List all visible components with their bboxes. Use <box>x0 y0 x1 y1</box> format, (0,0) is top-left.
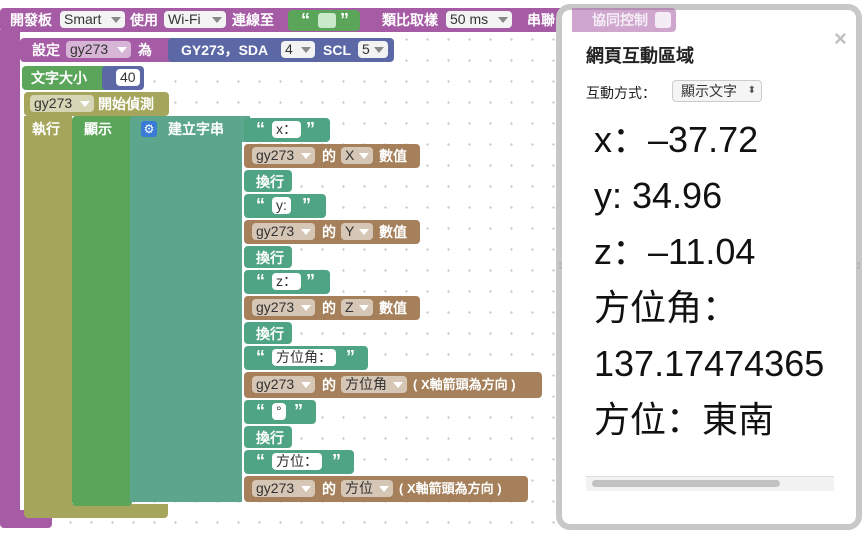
font-size-input[interactable]: 40 <box>116 69 140 86</box>
interaction-mode-label: 互動方式： <box>586 85 656 101</box>
value-var-dropdown[interactable]: gy273 <box>252 480 315 497</box>
serial-label: 串聯 <box>527 12 555 28</box>
value-suffix-label: ( X軸箭頭為方向 ) <box>413 377 516 392</box>
as-label: 為 <box>138 42 152 58</box>
sensor-label: GY273，SDA <box>181 42 269 58</box>
set-label: 設定 <box>32 42 60 58</box>
use-label: 使用 <box>130 12 158 28</box>
quote-close-icon: ” <box>306 271 315 291</box>
quote-close-icon: ” <box>294 401 303 421</box>
value-var-dropdown[interactable]: gy273 <box>252 223 315 240</box>
output-line-azimuth-value: 137.17474365 <box>594 343 825 384</box>
of-label: 的 <box>322 300 336 316</box>
collab-checkbox[interactable] <box>655 12 671 28</box>
field-dropdown-x[interactable]: X <box>341 147 373 164</box>
board-label: 開發板 <box>10 12 52 28</box>
newline-label: 換行 <box>256 430 284 446</box>
text-azimuth-angle-field[interactable]: 方位角： <box>272 349 336 366</box>
build-string-column <box>130 140 242 502</box>
field-dropdown-azimuth-angle[interactable]: 方位角 <box>341 376 407 393</box>
text-direction-field[interactable]: 方位： <box>272 453 322 470</box>
quote-open-icon: “ <box>256 119 265 139</box>
board-dropdown[interactable]: Smart <box>60 11 125 28</box>
quote-close-icon: ” <box>332 451 341 471</box>
device-id-field[interactable] <box>318 13 336 28</box>
interaction-mode-select[interactable]: 顯示文字 ⬍ <box>672 80 762 102</box>
quote-close-icon: ” <box>306 119 315 139</box>
text-degree-field[interactable]: ° <box>272 403 286 420</box>
newline-label: 換行 <box>256 250 284 266</box>
quote-open-icon: “ <box>256 271 265 291</box>
quote-close-icon: ” <box>346 347 355 367</box>
detect-block-bottom <box>24 504 168 518</box>
output-line-x: x：–37.72 <box>594 119 759 160</box>
quote-open-icon: “ <box>256 401 265 421</box>
scrollbar-thumb[interactable] <box>592 480 780 487</box>
field-dropdown-direction[interactable]: 方位 <box>341 480 393 497</box>
horizontal-scrollbar[interactable] <box>586 476 834 491</box>
sda-dropdown[interactable]: 4 <box>281 41 315 58</box>
close-icon[interactable]: × <box>834 26 847 52</box>
connect-to-label: 連線至 <box>232 12 274 28</box>
exec-label: 執行 <box>32 121 60 137</box>
quote-close-icon: ” <box>302 195 311 215</box>
right-resize-grip-icon[interactable] <box>857 262 861 272</box>
value-suffix-label: 數值 <box>379 300 407 316</box>
show-column <box>72 140 130 500</box>
field-dropdown-y[interactable]: Y <box>341 223 373 240</box>
output-line-z: z：–11.04 <box>594 231 756 272</box>
of-label: 的 <box>322 481 336 497</box>
panel-title: 網頁互動區域 <box>586 46 694 66</box>
font-size-label: 文字大小 <box>31 70 87 86</box>
start-detect-label: 開始偵測 <box>98 96 154 112</box>
newline-label: 換行 <box>256 326 284 342</box>
quote-open-icon: “ <box>301 10 310 30</box>
quote-close-icon: ” <box>340 10 349 30</box>
output-line-azimuth-label: 方位角： <box>594 287 739 328</box>
value-var-dropdown[interactable]: gy273 <box>252 299 315 316</box>
of-label: 的 <box>322 377 336 393</box>
build-string-label: 建立字串 <box>168 121 224 137</box>
newline-label: 換行 <box>256 174 284 190</box>
show-block-bottom <box>72 498 132 506</box>
scl-dropdown[interactable]: 5 <box>358 41 388 58</box>
field-dropdown-z[interactable]: Z <box>341 299 373 316</box>
select-arrows-icon: ⬍ <box>747 85 756 96</box>
value-suffix-label: 數值 <box>379 148 407 164</box>
value-var-dropdown[interactable]: gy273 <box>252 147 315 164</box>
quote-open-icon: “ <box>256 451 265 471</box>
quote-open-icon: “ <box>256 195 265 215</box>
value-suffix-label: 數值 <box>379 224 407 240</box>
value-suffix-label: ( X軸箭頭為方向 ) <box>399 481 502 496</box>
board-block-left-arm <box>0 30 20 520</box>
scl-label: SCL <box>323 42 351 58</box>
text-z-field[interactable]: z： <box>272 273 301 290</box>
show-label: 顯示 <box>84 121 112 137</box>
left-resize-grip-icon[interactable] <box>559 262 563 272</box>
value-var-dropdown[interactable]: gy273 <box>252 376 315 393</box>
set-var-dropdown[interactable]: gy273 <box>66 41 131 58</box>
interaction-mode-value: 顯示文字 <box>681 83 737 99</box>
detect-var-dropdown[interactable]: gy273 <box>30 95 94 112</box>
gear-icon[interactable]: ⚙ <box>141 121 157 137</box>
text-y-field[interactable]: y: <box>272 197 291 214</box>
exec-column <box>24 116 72 508</box>
sample-label: 類比取樣 <box>382 12 438 28</box>
text-x-field[interactable]: x： <box>272 121 301 138</box>
interaction-panel: 網頁互動區域 × 互動方式： 顯示文字 ⬍ x：–37.72 y: 34.96 … <box>556 4 862 530</box>
output-line-y: y: 34.96 <box>594 175 723 216</box>
of-label: 的 <box>322 148 336 164</box>
of-label: 的 <box>322 224 336 240</box>
collab-label: 協同控制 <box>592 12 648 28</box>
connection-dropdown[interactable]: Wi-Fi <box>164 11 226 28</box>
quote-open-icon: “ <box>256 347 265 367</box>
output-line-direction: 方位：東南 <box>594 399 775 440</box>
sample-rate-dropdown[interactable]: 50 ms <box>446 11 512 28</box>
